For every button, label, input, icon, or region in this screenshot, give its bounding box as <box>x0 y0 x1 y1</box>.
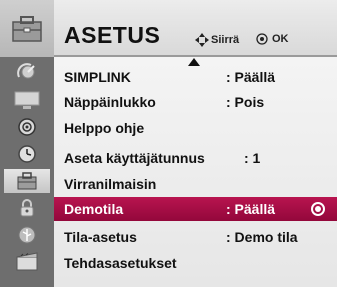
hint-ok-label: OK <box>272 33 289 45</box>
sidebar-item-time[interactable] <box>4 142 50 166</box>
sidebar-item-antenna[interactable] <box>4 61 50 85</box>
toolbox-icon <box>17 172 37 190</box>
clock-icon <box>18 145 36 163</box>
sidebar-item-usb[interactable] <box>4 223 50 247</box>
navigation-arrows-icon <box>195 33 209 47</box>
menu-item-value: : Demo tila <box>226 229 298 245</box>
lock-icon <box>20 199 34 217</box>
page-title: ASETUS <box>64 22 161 48</box>
menu-item-factory-reset[interactable]: Tehdasasetukset <box>54 251 337 275</box>
menu-item-value: : Päällä <box>226 201 276 217</box>
usb-icon <box>18 226 36 244</box>
menu-item-mode-setting[interactable]: Tila-asetus : Demo tila <box>54 225 337 249</box>
tv-screen-icon <box>14 91 40 109</box>
hint-ok: OK <box>256 33 289 45</box>
category-sidebar <box>0 57 54 287</box>
menu-item-label: Tehdasasetukset <box>64 255 177 271</box>
sidebar-item-movie[interactable] <box>4 250 50 274</box>
menu-item-value: : Pois <box>226 94 265 110</box>
satellite-dish-icon <box>17 63 35 79</box>
menu-item-label: Demotila <box>64 201 124 217</box>
menu-item-label: Tila-asetus <box>64 229 137 245</box>
menu-item-value: : Päällä <box>226 69 276 85</box>
menu-item-label: SIMPLINK <box>64 69 131 85</box>
menu-item-label: Helppo ohje <box>64 120 145 136</box>
menu-item-simplink[interactable]: SIMPLINK : Päällä <box>54 65 337 89</box>
menu-item-value: : 1 <box>244 150 261 166</box>
menu-item-label: Näppäinlukko <box>64 94 156 110</box>
menu-item-demo-mode[interactable]: Demotila : Päällä <box>54 197 337 221</box>
sidebar-item-picture[interactable] <box>4 88 50 112</box>
hint-move: Siirrä <box>195 33 239 47</box>
hint-move-label: Siirrä <box>211 34 240 46</box>
sidebar-item-audio[interactable] <box>4 115 50 139</box>
menu-item-label: Virranilmaisin <box>64 176 157 192</box>
toolbox-icon <box>12 15 42 42</box>
menu-item-key-lock[interactable]: Näppäinlukko : Pois <box>54 90 337 114</box>
sidebar-item-lock[interactable] <box>4 196 50 220</box>
ok-indicator-icon <box>311 202 325 216</box>
sidebar-item-option[interactable] <box>4 169 50 193</box>
menu-item-set-id[interactable]: Aseta käyttäjätunnus : 1 <box>54 146 337 170</box>
menu-item-label: Aseta käyttäjätunnus <box>64 150 205 166</box>
ok-button-icon <box>256 33 268 45</box>
menu-item-power-indicator[interactable]: Virranilmaisin <box>54 172 337 196</box>
menu-item-easy-help[interactable]: Helppo ohje <box>54 116 337 140</box>
speaker-icon <box>18 118 36 136</box>
menu-header: ASETUS Siirrä OK <box>0 0 337 57</box>
header-icon-box <box>0 0 54 57</box>
film-icon <box>16 252 38 271</box>
